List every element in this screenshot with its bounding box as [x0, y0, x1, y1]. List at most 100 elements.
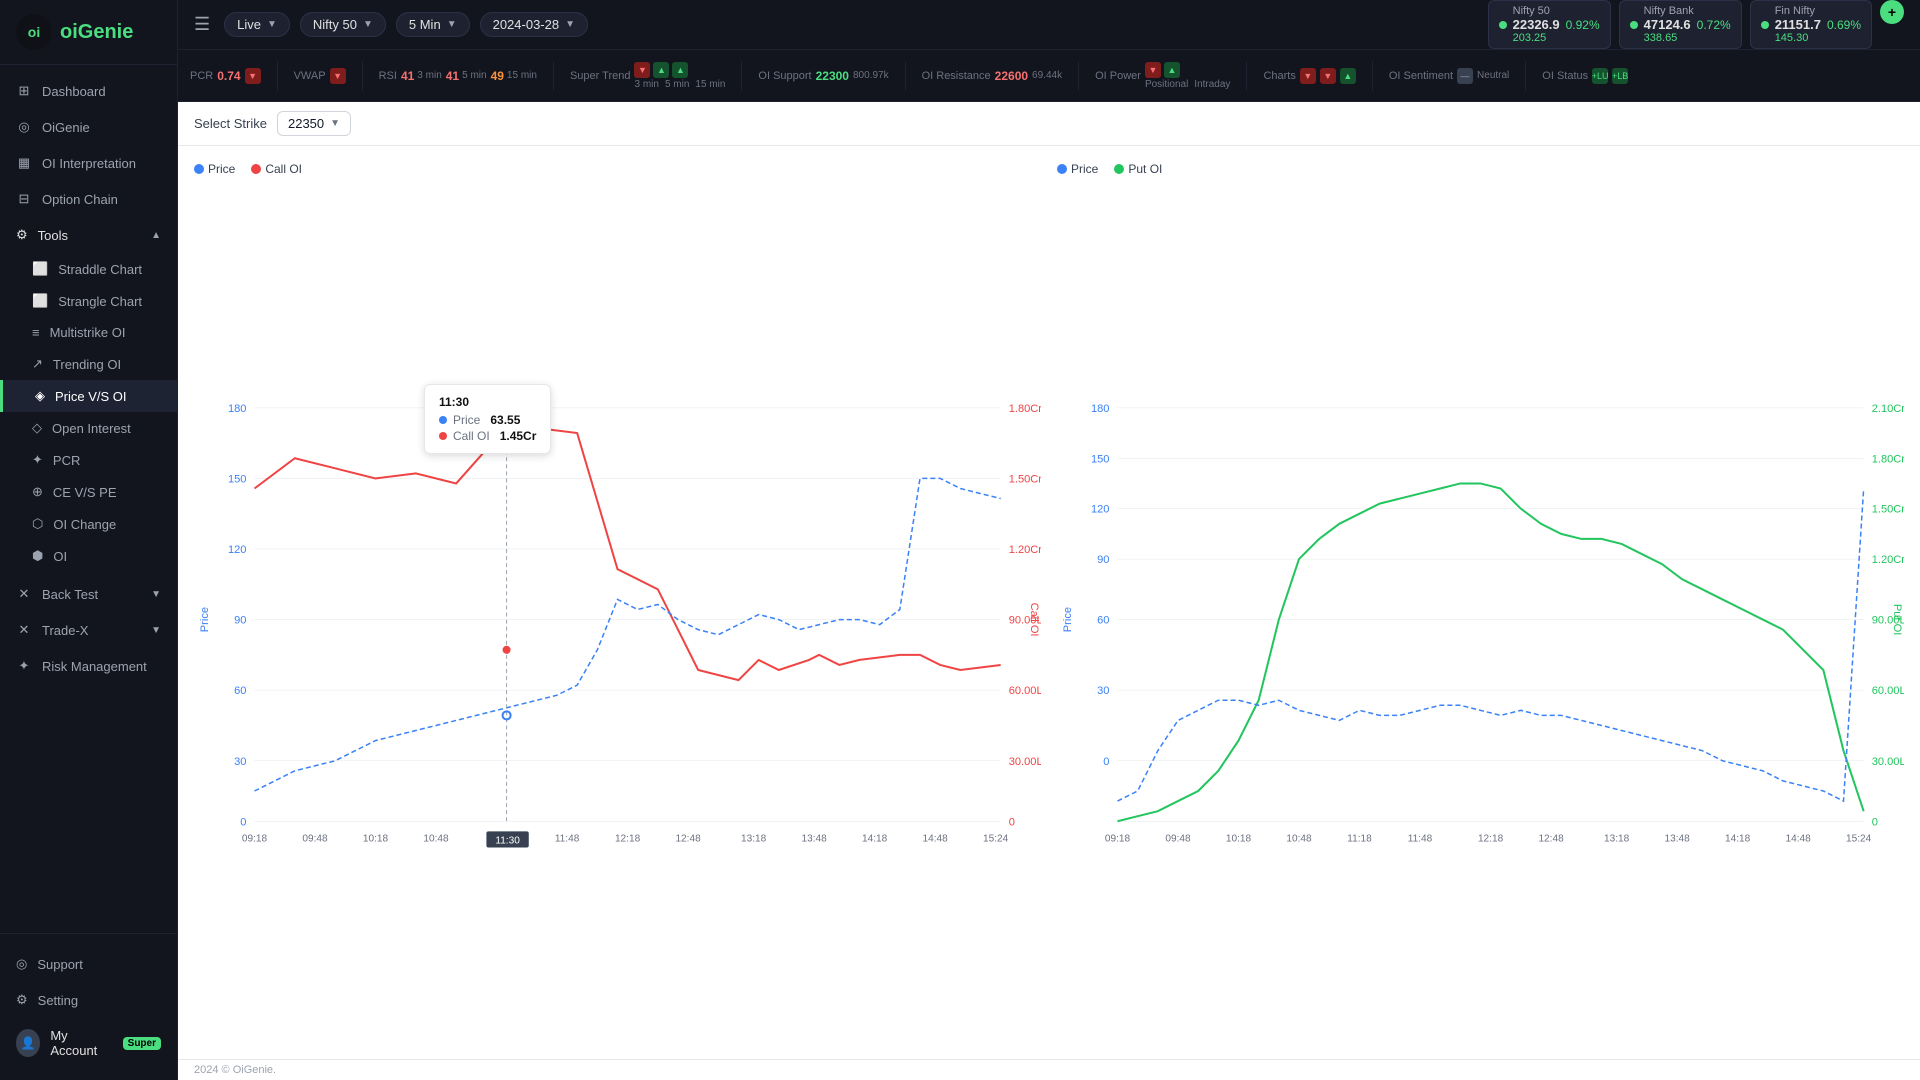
sidebar-item-oi[interactable]: ⬢ OI	[0, 540, 177, 572]
sidebar-item-label: Back Test	[42, 587, 98, 602]
nifty50-info: Nifty 50 22326.9 0.92% 203.25	[1513, 5, 1600, 44]
vwap-indicator: VWAP ▼	[294, 68, 346, 84]
sep2	[362, 61, 363, 91]
pcr-down-btn[interactable]: ▼	[245, 68, 261, 84]
svg-text:13:18: 13:18	[741, 833, 767, 844]
oi-status-lu-btn[interactable]: +LU	[1592, 68, 1608, 84]
st-up-btn2[interactable]: ▲	[672, 62, 688, 78]
putoi-dot	[1114, 164, 1124, 174]
sidebar-item-straddle-chart[interactable]: ⬜ Straddle Chart	[0, 253, 177, 285]
setting-link[interactable]: ⚙ Setting	[0, 982, 177, 1018]
sidebar-item-back-test[interactable]: ✕ Back Test ▼	[0, 576, 177, 612]
ticker-nifty50: Nifty 50 22326.9 0.92% 203.25	[1488, 0, 1611, 49]
svg-text:1.80Cr: 1.80Cr	[1009, 403, 1041, 415]
calloi-dot	[251, 164, 261, 174]
sidebar-item-label: PCR	[53, 453, 80, 468]
ticker-group: Nifty 50 22326.9 0.92% 203.25 Nifty Bank…	[1488, 0, 1904, 49]
vwap-down-btn[interactable]: ▼	[330, 68, 346, 84]
svg-text:13:48: 13:48	[1665, 833, 1691, 844]
sidebar-item-oi-change[interactable]: ⬡ OI Change	[0, 508, 177, 540]
price-icon: ◈	[35, 388, 45, 404]
svg-text:150: 150	[1091, 453, 1109, 465]
sentiment-neutral-btn[interactable]: —	[1457, 68, 1473, 84]
svg-text:0: 0	[1103, 756, 1109, 768]
svg-text:30: 30	[234, 756, 246, 768]
finnifty-change2: 145.30	[1775, 32, 1861, 44]
oi-resistance-sub: 69.44k	[1032, 70, 1062, 81]
legend-price-left: Price	[194, 162, 235, 176]
sidebar-item-trending-oi[interactable]: ↗ Trending OI	[0, 348, 177, 380]
niftybank-values: 47124.6 0.72%	[1644, 17, 1731, 32]
svg-text:30.00L: 30.00L	[1872, 756, 1904, 768]
footer-text: 2024 © OiGenie.	[194, 1064, 276, 1076]
ticker-niftybank: Nifty Bank 47124.6 0.72% 338.65	[1619, 0, 1742, 49]
rsi-col: 41 3 min	[401, 69, 442, 83]
date-label: 2024-03-28	[493, 17, 560, 32]
strike-selector[interactable]: 22350 ▼	[277, 111, 351, 136]
st-row: ▼ ▲ ▲	[634, 62, 725, 78]
svg-text:0: 0	[1009, 816, 1015, 828]
niftybank-change2: 338.65	[1644, 32, 1731, 44]
svg-text:12:48: 12:48	[1538, 833, 1564, 844]
action-button[interactable]: +	[1880, 0, 1904, 24]
date-selector[interactable]: 2024-03-28 ▼	[480, 12, 588, 37]
support-link[interactable]: ◎ Support	[0, 946, 177, 982]
oi-power-indicator: OI Power ▼ ▲ Positional Intraday	[1095, 62, 1230, 90]
sep6	[1078, 61, 1079, 91]
oi-resistance-value: 22600	[995, 69, 1028, 83]
svg-text:10:18: 10:18	[363, 833, 389, 844]
timeframe-selector[interactable]: 5 Min ▼	[396, 12, 470, 37]
sidebar-item-oigenie[interactable]: ◎ OiGenie	[0, 109, 177, 145]
niftybank-change: 0.72%	[1697, 18, 1731, 32]
topbar: ☰ Live ▼ Nifty 50 ▼ 5 Min ▼ 2024-03-28 ▼…	[178, 0, 1920, 50]
sidebar-item-dashboard[interactable]: ⊞ Dashboard	[0, 73, 177, 109]
nifty50-change: 0.92%	[1566, 18, 1600, 32]
svg-text:1.20Cr: 1.20Cr	[1872, 554, 1904, 566]
oip-up-btn[interactable]: ▲	[1164, 62, 1180, 78]
svg-text:Put OI: Put OI	[1891, 604, 1903, 635]
svg-text:12:18: 12:18	[1478, 833, 1504, 844]
sidebar-item-trade-x[interactable]: ✕ Trade-X ▼	[0, 612, 177, 648]
main-content: ☰ Live ▼ Nifty 50 ▼ 5 Min ▼ 2024-03-28 ▼…	[178, 0, 1920, 1080]
oi-power-label: OI Power	[1095, 70, 1141, 82]
rsi-row1: 41 3 min	[401, 69, 442, 83]
sidebar-item-price-vs-oi[interactable]: ◈ Price V/S OI	[0, 380, 177, 412]
sidebar-item-label: Risk Management	[42, 659, 147, 674]
charts-down-btn2[interactable]: ▼	[1320, 68, 1336, 84]
charts-up-btn[interactable]: ▲	[1340, 68, 1356, 84]
oip-down-btn[interactable]: ▼	[1145, 62, 1161, 78]
svg-text:09:18: 09:18	[1105, 833, 1131, 844]
table-icon: ⊟	[16, 191, 32, 207]
setting-label: Setting	[38, 993, 78, 1008]
st-up-btn[interactable]: ▲	[653, 62, 669, 78]
sidebar-item-label: Dashboard	[42, 84, 106, 99]
sidebar-item-oi-interpretation[interactable]: ▦ OI Interpretation	[0, 145, 177, 181]
sidebar-item-pcr[interactable]: ✦ PCR	[0, 444, 177, 476]
strike-bar: Select Strike 22350 ▼	[178, 102, 1920, 146]
mode-selector[interactable]: Live ▼	[224, 12, 290, 37]
svg-text:09:48: 09:48	[302, 833, 328, 844]
sidebar-item-option-chain[interactable]: ⊟ Option Chain	[0, 181, 177, 217]
my-account[interactable]: 👤 My Account Super	[0, 1018, 177, 1068]
sidebar-item-open-interest[interactable]: ◇ Open Interest	[0, 412, 177, 444]
st-down-btn1[interactable]: ▼	[634, 62, 650, 78]
svg-text:30.00L: 30.00L	[1009, 756, 1041, 768]
eye-icon: ◎	[16, 119, 32, 135]
oip-sub1: Positional	[1145, 79, 1188, 90]
sidebar-item-strangle-chart[interactable]: ⬜ Strangle Chart	[0, 285, 177, 317]
sidebar-item-multistrike-oi[interactable]: ≡ Multistrike OI	[0, 317, 177, 348]
sidebar-item-label: OI Change	[53, 517, 116, 532]
index-selector[interactable]: Nifty 50 ▼	[300, 12, 386, 37]
st-t2: 5 min	[665, 79, 689, 90]
sidebar-item-risk-management[interactable]: ✦ Risk Management	[0, 648, 177, 684]
svg-text:90: 90	[234, 615, 246, 627]
charts-down-btn[interactable]: ▼	[1300, 68, 1316, 84]
nifty50-change2: 203.25	[1513, 32, 1600, 44]
sidebar-item-ce-vs-pe[interactable]: ⊕ CE V/S PE	[0, 476, 177, 508]
tools-header[interactable]: ⚙ Tools ▲	[0, 217, 177, 253]
putoi-label: Put OI	[1128, 162, 1162, 176]
oi-status-lb-btn[interactable]: +LB	[1612, 68, 1628, 84]
svg-text:120: 120	[1091, 504, 1109, 516]
menu-button[interactable]: ☰	[194, 14, 210, 35]
sidebar-item-label: Trade-X	[42, 623, 88, 638]
